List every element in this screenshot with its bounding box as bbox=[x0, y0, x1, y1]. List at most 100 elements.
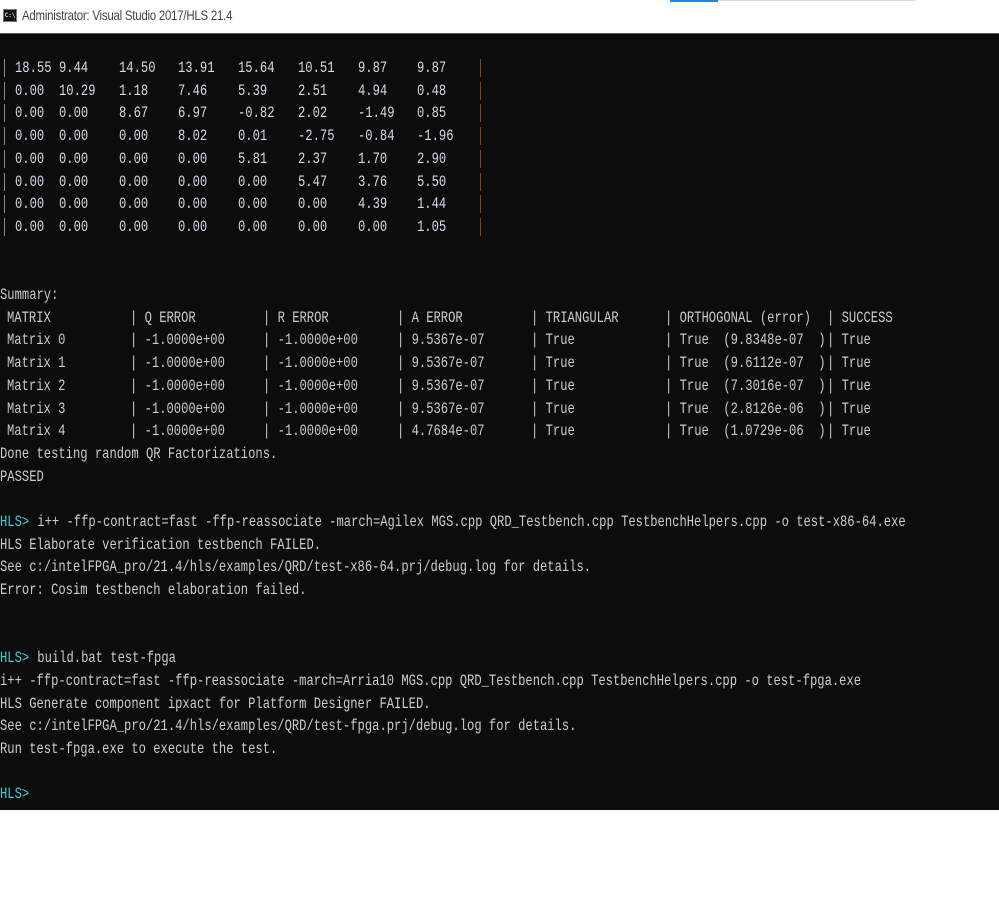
matrix-cell: 0.00 bbox=[59, 104, 89, 123]
matrix-cell: 4.94 bbox=[358, 81, 388, 100]
matrix-cell: 2.51 bbox=[298, 81, 328, 100]
matrix-bar-right bbox=[480, 149, 481, 168]
matrix-bar-right bbox=[480, 195, 481, 214]
summary-cell: Matrix 0 bbox=[7, 331, 66, 350]
summary-cell: | True (9.6112e-07 ) bbox=[665, 354, 826, 373]
column-header: MATRIX bbox=[7, 308, 51, 327]
matrix-bar-left bbox=[4, 195, 5, 214]
matrix-cell: 6.97 bbox=[178, 104, 208, 123]
matrix-cell: 0.00 bbox=[298, 195, 328, 214]
matrix-cell: 2.37 bbox=[298, 149, 328, 168]
summary-cell: | -1.0000e+00 bbox=[130, 331, 225, 350]
summary-cell: | True bbox=[827, 422, 871, 441]
summary-cell: | -1.0000e+00 bbox=[263, 354, 358, 373]
log-text: See c:/intelFPGA_pro/21.4/hls/examples/Q… bbox=[0, 558, 592, 577]
summary-cell: | True bbox=[827, 354, 871, 373]
prompt: HLS> bbox=[0, 513, 30, 531]
matrix-cell: 8.02 bbox=[178, 127, 208, 146]
matrix-bar-left bbox=[4, 149, 5, 168]
matrix-cell: 0.00 bbox=[178, 195, 208, 214]
summary-cell: | 9.5367e-07 bbox=[397, 331, 485, 350]
title-bar: C:\ Administrator: Visual Studio 2017/HL… bbox=[0, 0, 999, 33]
matrix-cell: 1.18 bbox=[119, 81, 149, 100]
summary-cell: | -1.0000e+00 bbox=[263, 376, 358, 395]
summary-cell: | True (9.8348e-07 ) bbox=[665, 331, 826, 350]
summary-cell: | -1.0000e+00 bbox=[263, 422, 358, 441]
prompt: HLS> bbox=[0, 785, 30, 804]
matrix-cell: 1.70 bbox=[358, 149, 388, 168]
matrix-bar-left bbox=[4, 59, 5, 77]
divider bbox=[718, 0, 916, 1]
matrix-cell: 0.00 bbox=[15, 217, 45, 236]
matrix-cell: 9.44 bbox=[59, 59, 89, 77]
summary-cell: | True bbox=[531, 422, 575, 441]
matrix-bar-right bbox=[480, 127, 481, 146]
matrix-cell: 14.50 bbox=[119, 59, 156, 77]
status-text: Done testing random QR Factorizations. bbox=[0, 444, 278, 463]
log-text: HLS Elaborate verification testbench FAI… bbox=[0, 535, 322, 554]
matrix-bar-left bbox=[4, 104, 5, 123]
cmd-icon: C:\ bbox=[3, 9, 17, 22]
matrix-cell: 0.85 bbox=[417, 104, 447, 123]
terminal-output[interactable]: 18.55 9.44 14.50 13.91 15.64 10.51 9.87 9.87 0.0… bbox=[0, 33, 999, 810]
matrix-bar-right bbox=[480, 104, 481, 123]
matrix-cell: 0.00 bbox=[15, 104, 45, 123]
matrix-cell: 18.55 bbox=[15, 59, 52, 77]
summary-cell: | True (2.8126e-06 ) bbox=[665, 399, 826, 418]
matrix-bar-left bbox=[4, 81, 5, 100]
matrix-cell: 0.00 bbox=[15, 127, 45, 146]
column-header: | A ERROR bbox=[397, 308, 463, 327]
summary-cell: | 9.5367e-07 bbox=[397, 376, 485, 395]
summary-cell: | True bbox=[531, 331, 575, 350]
matrix-cell: 0.00 bbox=[178, 217, 208, 236]
column-header: | TRIANGULAR bbox=[531, 308, 619, 327]
summary-cell: | True (1.0729e-06 ) bbox=[665, 422, 826, 441]
log-text: Error: Cosim testbench elaboration faile… bbox=[0, 581, 307, 600]
matrix-cell: 10.51 bbox=[298, 59, 335, 77]
summary-cell: | True bbox=[531, 399, 575, 418]
summary-cell: Matrix 1 bbox=[7, 354, 66, 373]
matrix-cell: 0.00 bbox=[358, 217, 388, 236]
matrix-bar-left bbox=[4, 217, 5, 236]
matrix-cell: 0.00 bbox=[238, 217, 268, 236]
matrix-cell: 5.81 bbox=[238, 149, 268, 168]
column-header: | SUCCESS bbox=[827, 308, 893, 327]
summary-cell: Matrix 2 bbox=[7, 376, 66, 395]
log-text: i++ -ffp-contract=fast -ffp-reassociate … bbox=[30, 513, 906, 531]
summary-cell: | True bbox=[531, 376, 575, 395]
summary-cell: Matrix 4 bbox=[7, 422, 66, 441]
result-text: PASSED bbox=[0, 467, 44, 486]
summary-cell: | -1.0000e+00 bbox=[263, 399, 358, 418]
column-header: | ORTHOGONAL (error) bbox=[665, 308, 811, 327]
matrix-bar-left bbox=[4, 127, 5, 146]
summary-cell: | -1.0000e+00 bbox=[130, 399, 225, 418]
summary-cell: | True bbox=[531, 354, 575, 373]
log-text: HLS Generate component ipxact for Platfo… bbox=[0, 694, 431, 713]
summary-cell: | -1.0000e+00 bbox=[130, 376, 225, 395]
matrix-cell: 0.00 bbox=[59, 217, 89, 236]
matrix-cell: 0.00 bbox=[238, 172, 268, 191]
summary-cell: | True bbox=[827, 331, 871, 350]
matrix-cell: 0.00 bbox=[15, 81, 45, 100]
matrix-cell: 1.05 bbox=[417, 217, 447, 236]
accent-line bbox=[670, 0, 718, 2]
summary-cell: | -1.0000e+00 bbox=[263, 331, 358, 350]
summary-cell: | -1.0000e+00 bbox=[130, 422, 225, 441]
log-text: build.bat test-fpga bbox=[30, 649, 176, 668]
matrix-bar-right bbox=[480, 217, 481, 236]
summary-cell: | 9.5367e-07 bbox=[397, 354, 485, 373]
log-text: Run test-fpga.exe to execute the test. bbox=[0, 740, 278, 758]
matrix-bar-right bbox=[480, 81, 481, 100]
matrix-cell: 0.00 bbox=[298, 217, 328, 236]
matrix-cell: 5.50 bbox=[417, 172, 447, 191]
matrix-cell: -0.84 bbox=[358, 127, 395, 146]
matrix-cell: 3.76 bbox=[358, 172, 388, 191]
matrix-bar-left bbox=[4, 172, 5, 191]
matrix-cell: 5.39 bbox=[238, 81, 268, 100]
matrix-cell: 0.01 bbox=[238, 127, 268, 146]
column-header: | Q ERROR bbox=[130, 308, 196, 327]
matrix-cell: 0.00 bbox=[59, 172, 89, 191]
matrix-cell: 0.00 bbox=[238, 195, 268, 214]
matrix-cell: -1.96 bbox=[417, 127, 454, 146]
matrix-cell: 0.00 bbox=[15, 195, 45, 214]
